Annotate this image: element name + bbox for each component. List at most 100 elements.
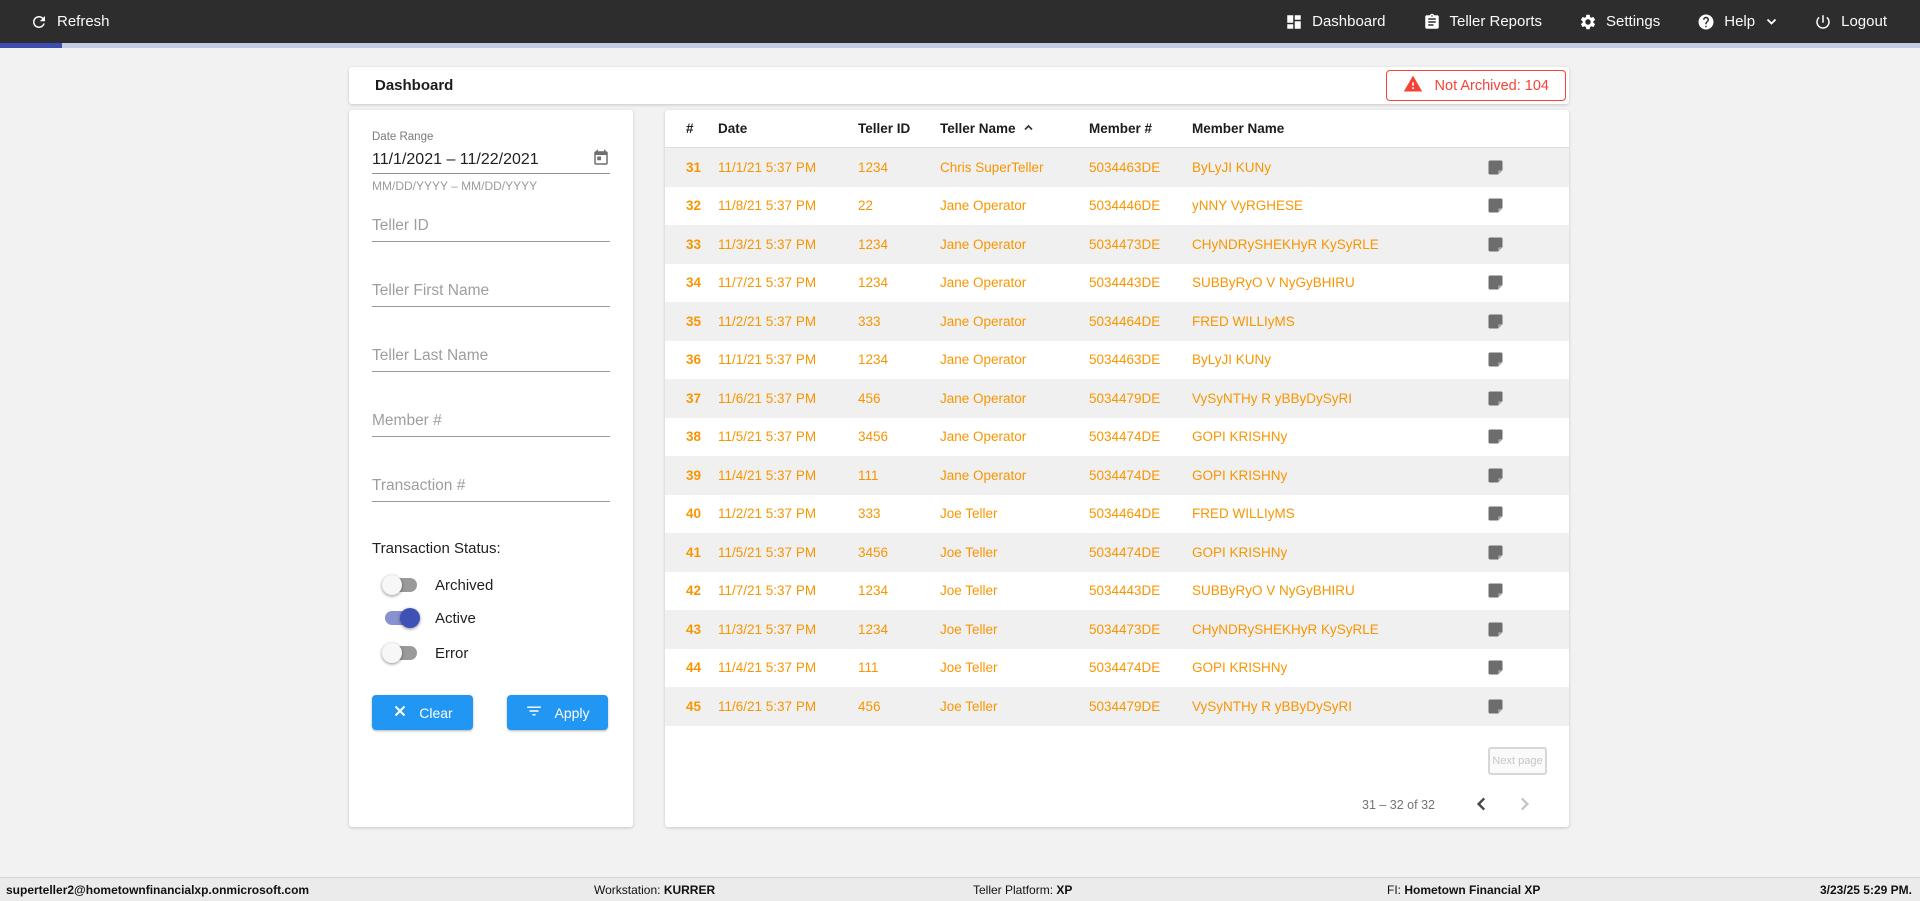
note-icon[interactable] bbox=[1487, 428, 1553, 445]
table-row[interactable]: 37 11/6/21 5:37 PM 456 Jane Operator 503… bbox=[665, 379, 1569, 418]
row-teller-id-cell: 111 bbox=[858, 468, 940, 483]
nav-logout[interactable]: Logout bbox=[1814, 13, 1887, 31]
date-range-input[interactable]: 11/1/2021 – 11/22/2021 bbox=[372, 147, 610, 174]
teller-last-name-field[interactable] bbox=[372, 340, 610, 372]
transaction-number-field[interactable] bbox=[372, 470, 610, 502]
column-header-teller-id[interactable]: Teller ID bbox=[858, 121, 940, 136]
error-toggle[interactable]: Error bbox=[349, 640, 633, 666]
note-icon[interactable] bbox=[1487, 390, 1553, 407]
top-nav: Refresh Dashboard Teller Reports Setting… bbox=[0, 0, 1920, 43]
table-body: 31 11/1/21 5:37 PM 1234 Chris SuperTelle… bbox=[665, 148, 1569, 726]
row-member-name-cell: GOPI KRISHNy bbox=[1192, 545, 1487, 560]
table-row[interactable]: 43 11/3/21 5:37 PM 1234 Joe Teller 50344… bbox=[665, 610, 1569, 649]
active-toggle[interactable]: Active bbox=[349, 605, 633, 631]
table-row[interactable]: 44 11/4/21 5:37 PM 111 Joe Teller 503447… bbox=[665, 649, 1569, 688]
note-icon[interactable] bbox=[1487, 197, 1553, 214]
row-teller-id-cell: 1234 bbox=[858, 275, 940, 290]
note-icon[interactable] bbox=[1487, 467, 1553, 484]
row-member-number-cell: 5034474DE bbox=[1089, 545, 1192, 560]
active-switch[interactable] bbox=[382, 608, 420, 628]
row-member-name-cell: VySyNTHy R yBByDySyRI bbox=[1192, 699, 1487, 714]
note-icon[interactable] bbox=[1487, 236, 1553, 253]
previous-page-icon[interactable] bbox=[1472, 794, 1492, 814]
column-header-member-name[interactable]: Member Name bbox=[1192, 121, 1487, 136]
archived-toggle[interactable]: Archived bbox=[349, 572, 633, 598]
refresh-label: Refresh bbox=[57, 13, 110, 30]
column-header-num[interactable]: # bbox=[686, 121, 718, 136]
table-row[interactable]: 39 11/4/21 5:37 PM 111 Jane Operator 503… bbox=[665, 456, 1569, 495]
row-member-number-cell: 5034474DE bbox=[1089, 468, 1192, 483]
row-member-name-cell: FRED WILLIyMS bbox=[1192, 506, 1487, 521]
warning-icon bbox=[1403, 74, 1423, 98]
note-icon[interactable] bbox=[1487, 698, 1553, 715]
row-member-number-cell: 5034446DE bbox=[1089, 198, 1192, 213]
row-teller-name-cell: Jane Operator bbox=[940, 352, 1089, 367]
teller-first-name-field[interactable] bbox=[372, 275, 610, 307]
note-icon[interactable] bbox=[1487, 351, 1553, 368]
row-number-cell: 41 bbox=[686, 545, 718, 560]
table-row[interactable]: 36 11/1/21 5:37 PM 1234 Jane Operator 50… bbox=[665, 341, 1569, 380]
table-row[interactable]: 41 11/5/21 5:37 PM 3456 Joe Teller 50344… bbox=[665, 533, 1569, 572]
dashboard-icon bbox=[1285, 13, 1303, 31]
nav-settings[interactable]: Settings bbox=[1579, 13, 1660, 31]
row-member-name-cell: GOPI KRISHNy bbox=[1192, 429, 1487, 444]
archived-switch[interactable] bbox=[382, 575, 420, 595]
row-date-cell: 11/7/21 5:37 PM bbox=[718, 275, 858, 290]
row-member-number-cell: 5034443DE bbox=[1089, 583, 1192, 598]
row-member-number-cell: 5034479DE bbox=[1089, 699, 1192, 714]
next-page-button[interactable]: Next page bbox=[1488, 747, 1547, 775]
nav-teller-reports[interactable]: Teller Reports bbox=[1423, 13, 1543, 31]
row-teller-id-cell: 1234 bbox=[858, 160, 940, 175]
note-icon[interactable] bbox=[1487, 659, 1553, 676]
calendar-icon[interactable] bbox=[592, 149, 610, 172]
row-date-cell: 11/6/21 5:37 PM bbox=[718, 391, 858, 406]
row-member-name-cell: GOPI KRISHNy bbox=[1192, 468, 1487, 483]
row-date-cell: 11/3/21 5:37 PM bbox=[718, 237, 858, 252]
member-number-field[interactable] bbox=[372, 405, 610, 437]
error-switch[interactable] bbox=[382, 643, 420, 663]
note-icon[interactable] bbox=[1487, 313, 1553, 330]
note-icon[interactable] bbox=[1487, 582, 1553, 599]
row-member-number-cell: 5034473DE bbox=[1089, 622, 1192, 637]
table-row[interactable]: 45 11/6/21 5:37 PM 456 Joe Teller 503447… bbox=[665, 687, 1569, 726]
note-icon[interactable] bbox=[1487, 159, 1553, 176]
table-row[interactable]: 35 11/2/21 5:37 PM 333 Jane Operator 503… bbox=[665, 302, 1569, 341]
not-archived-badge[interactable]: Not Archived: 104 bbox=[1386, 70, 1566, 101]
table-row[interactable]: 33 11/3/21 5:37 PM 1234 Jane Operator 50… bbox=[665, 225, 1569, 264]
table-header-row: # Date Teller ID Teller Name Member # Me… bbox=[665, 110, 1569, 148]
row-number-cell: 43 bbox=[686, 622, 718, 637]
row-member-name-cell: ByLyJI KUNy bbox=[1192, 352, 1487, 367]
table-row[interactable]: 32 11/8/21 5:37 PM 22 Jane Operator 5034… bbox=[665, 187, 1569, 226]
table-row[interactable]: 38 11/5/21 5:37 PM 3456 Jane Operator 50… bbox=[665, 418, 1569, 457]
teller-id-field[interactable] bbox=[372, 210, 610, 242]
table-row[interactable]: 31 11/1/21 5:37 PM 1234 Chris SuperTelle… bbox=[665, 148, 1569, 187]
note-icon[interactable] bbox=[1487, 621, 1553, 638]
column-header-date[interactable]: Date bbox=[718, 121, 858, 136]
row-date-cell: 11/4/21 5:37 PM bbox=[718, 660, 858, 675]
column-header-member-num[interactable]: Member # bbox=[1089, 121, 1192, 136]
row-date-cell: 11/1/21 5:37 PM bbox=[718, 160, 858, 175]
refresh-button[interactable]: Refresh bbox=[30, 13, 110, 31]
note-icon[interactable] bbox=[1487, 544, 1553, 561]
row-member-name-cell: GOPI KRISHNy bbox=[1192, 660, 1487, 675]
row-member-name-cell: CHyNDRySHEKHyR KySyRLE bbox=[1192, 237, 1487, 252]
column-header-teller-name[interactable]: Teller Name bbox=[940, 121, 1089, 137]
note-icon[interactable] bbox=[1487, 274, 1553, 291]
date-range-value: 11/1/2021 – 11/22/2021 bbox=[372, 151, 539, 169]
table-row[interactable]: 40 11/2/21 5:37 PM 333 Joe Teller 503446… bbox=[665, 495, 1569, 534]
row-member-number-cell: 5034464DE bbox=[1089, 506, 1192, 521]
row-teller-id-cell: 3456 bbox=[858, 545, 940, 560]
nav-help[interactable]: Help bbox=[1697, 13, 1777, 31]
table-row[interactable]: 42 11/7/21 5:37 PM 1234 Joe Teller 50344… bbox=[665, 572, 1569, 611]
row-teller-id-cell: 1234 bbox=[858, 237, 940, 252]
status-bar: superteller2@hometownfinancialxp.onmicro… bbox=[0, 877, 1920, 901]
table-row[interactable]: 34 11/7/21 5:37 PM 1234 Jane Operator 50… bbox=[665, 264, 1569, 303]
row-teller-name-cell: Chris SuperTeller bbox=[940, 160, 1089, 175]
row-date-cell: 11/5/21 5:37 PM bbox=[718, 545, 858, 560]
row-date-cell: 11/3/21 5:37 PM bbox=[718, 622, 858, 637]
apply-button[interactable]: Apply bbox=[507, 695, 608, 730]
next-page-icon[interactable] bbox=[1514, 794, 1534, 814]
clear-button[interactable]: Clear bbox=[372, 695, 473, 730]
note-icon[interactable] bbox=[1487, 505, 1553, 522]
nav-dashboard[interactable]: Dashboard bbox=[1285, 13, 1385, 31]
